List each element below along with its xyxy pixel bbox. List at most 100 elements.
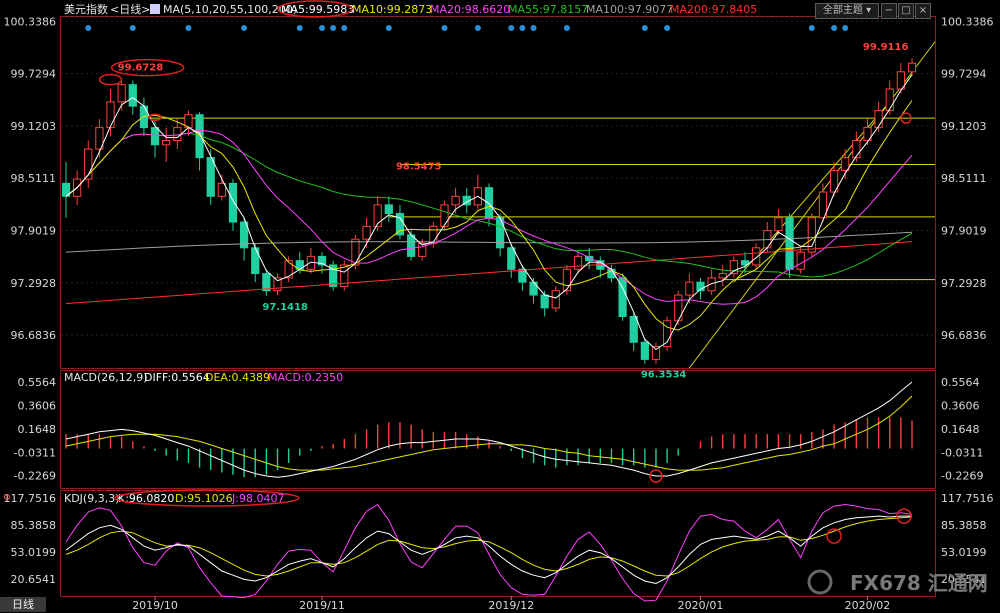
price-tick-label-left: 99.1203 (11, 120, 57, 133)
x-tick-label: 2019/11 (299, 599, 345, 612)
ma-params: MA(5,10,20,55,100,200) (163, 3, 297, 16)
price-annotation-label: 98.5475 (396, 162, 442, 173)
signal-dot (519, 25, 526, 31)
candle-body (117, 84, 126, 103)
candle-body (251, 247, 260, 275)
signal-dot (664, 25, 671, 31)
watermark-text: FX678 汇通网 (850, 571, 988, 595)
price-tick-label-left: 99.7294 (11, 68, 57, 81)
candle-body (529, 281, 538, 296)
theme-dropdown-button[interactable]: 全部主题 ▾ (815, 3, 879, 19)
kdj-tick-label-left: 85.3858 (11, 519, 57, 532)
kdj-tick-label-left: 20.6541 (11, 573, 57, 586)
signal-dot (641, 25, 648, 31)
signal-dot (808, 25, 815, 31)
candle-body (774, 217, 783, 232)
price-tick-label-left: 97.9019 (11, 224, 57, 237)
close-button[interactable]: × (915, 3, 931, 19)
candle-body (262, 273, 271, 292)
signal-dot (296, 25, 303, 31)
candle-body (173, 127, 182, 141)
candle-body (718, 273, 727, 279)
candle-body (651, 346, 661, 360)
signal-dot (385, 25, 392, 31)
macd-tick-label-left: 0.5564 (18, 376, 57, 389)
price-tick-label-right: 97.2928 (941, 277, 987, 290)
signal-dot (530, 25, 537, 31)
price-annotation-label: 97.1418 (262, 302, 308, 313)
kdj-tick-label-left: 117.7516 (4, 492, 57, 505)
minus-button[interactable]: − (881, 3, 897, 19)
candle-body (518, 268, 527, 283)
ma200-value: MA200:97.8405 (670, 3, 757, 16)
signal-dot (508, 25, 515, 31)
ma20-value: MA20:98.6620 (430, 3, 510, 16)
price-annotation-label: 99.9116 (863, 42, 909, 53)
macd-tick-label-left: -0.0311 (14, 446, 56, 459)
maximize-button[interactable]: □ (898, 3, 914, 19)
price-tick-label-right: 100.3386 (941, 15, 994, 28)
macd-tick-label-right: 0.1648 (941, 423, 980, 436)
candle-body (150, 127, 160, 146)
candle-body (496, 217, 505, 249)
candle-body (217, 182, 226, 197)
candle-body (106, 101, 115, 129)
candle-body (551, 290, 560, 309)
candle-body (729, 260, 739, 275)
macd-tick-label-right: -0.0311 (941, 446, 983, 459)
candle-body (440, 204, 449, 227)
macd-tick-label-left: -0.2269 (14, 470, 56, 483)
signal-dot (85, 25, 92, 31)
candle-body (206, 157, 215, 197)
candle-body (139, 105, 149, 129)
candle-body (540, 294, 549, 309)
kdj-label: KDJ(9,3,3) (64, 492, 120, 505)
kdj-tick-label-right: 85.3858 (941, 519, 987, 532)
signal-dot (241, 25, 248, 31)
candle-body (885, 88, 894, 111)
tab-daily[interactable]: 日线 (0, 597, 46, 612)
price-tick-label-left: 100.3386 (4, 15, 57, 28)
price-tick-label-right: 98.5111 (941, 172, 987, 185)
candle-body (128, 84, 137, 107)
macd-tick-label-left: 0.3606 (18, 399, 57, 412)
candle-body (640, 341, 649, 360)
macd-tick-label-right: 0.5564 (941, 376, 980, 389)
signal-dot (474, 25, 481, 31)
ma10-value: MA10:99.2873 (352, 3, 432, 16)
stock-chart: 100.3386 100.3386 99.7294 99.7294 99.1203 99.… (0, 0, 1000, 613)
signal-dot (129, 25, 136, 31)
signal-dot (842, 25, 849, 31)
price-tick-label-right: 97.9019 (941, 224, 987, 237)
period-label[interactable]: <日线> (110, 2, 150, 16)
candle-body (907, 62, 917, 73)
candle-body (451, 195, 460, 206)
candle-body (562, 268, 572, 292)
candle-body (362, 225, 371, 240)
ma55-value: MA55:97.8157 (508, 3, 588, 16)
signal-dot (341, 25, 348, 31)
x-tick-label: 2019/10 (132, 599, 178, 612)
kdj-tick-label-left: 53.0199 (11, 546, 57, 559)
macd-value: MACD:0.2350 (268, 371, 343, 384)
kdj-tick-label-right: 53.0199 (941, 546, 987, 559)
candle-body (507, 247, 516, 270)
price-tick-label-left: 97.2928 (11, 277, 57, 290)
signal-dot (319, 25, 326, 31)
candle-body (852, 139, 861, 159)
x-tick-label: 2020/02 (845, 599, 891, 612)
x-tick-label: 2020/01 (678, 599, 724, 612)
signal-dot (185, 25, 192, 31)
price-tick-label-right: 96.6836 (941, 329, 987, 342)
signal-dot (441, 25, 448, 31)
price-annotation-label: 96.3534 (641, 370, 687, 381)
candle-body (228, 182, 238, 223)
price-annotation-label: 99.6728 (118, 63, 164, 74)
price-tick-label-right: 99.1203 (941, 120, 987, 133)
symbol-name: 美元指数 (64, 2, 108, 16)
candle-body (162, 139, 171, 146)
kdj-tick-label-right: 117.7516 (941, 492, 994, 505)
x-tick-label: 2019/12 (488, 599, 534, 612)
indicator-icon[interactable] (150, 4, 160, 14)
candle-body (874, 109, 883, 129)
